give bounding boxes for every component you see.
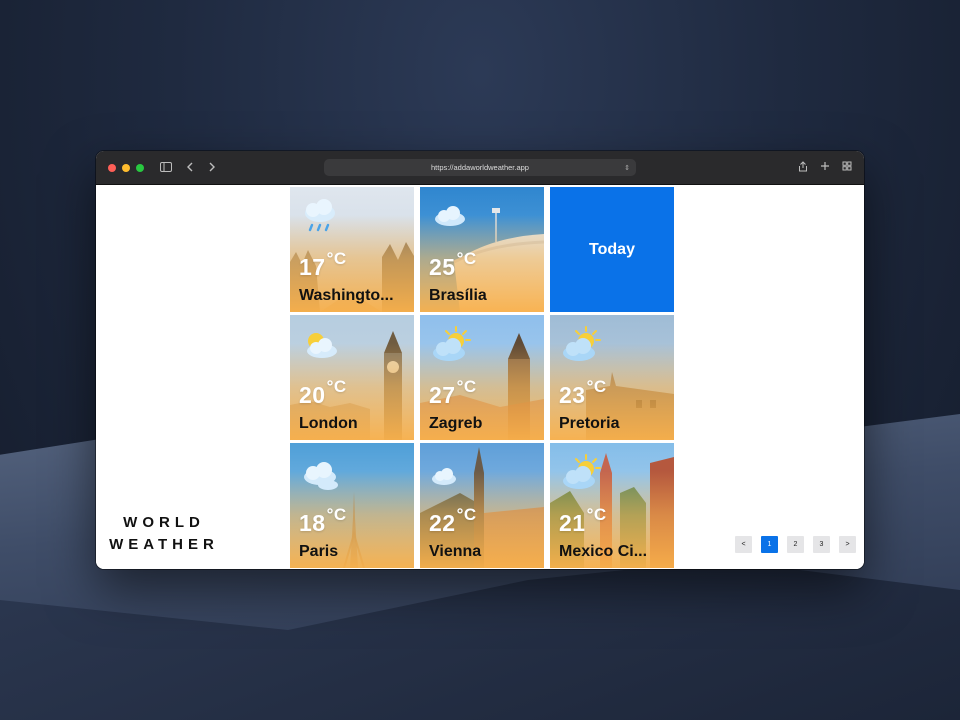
temperature: 27°C <box>429 377 477 408</box>
city-tile-zagreb[interactable]: 27°C Zagreb <box>420 315 544 440</box>
tab-overview-icon[interactable] <box>842 161 852 175</box>
city-tile-mexico-city[interactable]: 21°C Mexico Ci... <box>550 443 674 568</box>
city-name: Brasília <box>429 287 487 304</box>
zoom-window-button[interactable] <box>136 163 144 172</box>
city-tile-london[interactable]: 20°C London <box>290 315 414 440</box>
city-name: Mexico Ci... <box>559 543 648 560</box>
page-button-3[interactable]: 3 <box>813 536 830 553</box>
page-button-2[interactable]: 2 <box>787 536 804 553</box>
city-tile-paris[interactable]: 18°C Paris <box>290 443 414 568</box>
today-label: Today <box>589 240 635 258</box>
cloud-icon <box>432 468 456 485</box>
back-icon[interactable] <box>186 162 194 174</box>
city-tile-pretoria[interactable]: 23°C Pretoria <box>550 315 674 440</box>
cloud-icon <box>304 462 338 490</box>
city-tile-washington[interactable]: 17°C Washingto... <box>290 187 414 312</box>
next-page-button[interactable]: > <box>839 536 856 553</box>
new-tab-icon[interactable] <box>820 161 830 175</box>
rain-icon <box>305 199 335 232</box>
temperature: 22°C <box>429 505 477 536</box>
partly-sunny-icon <box>563 326 601 361</box>
city-name: Zagreb <box>429 415 483 432</box>
page-content: 17°C Washingto... 25°C Brasília Today 20… <box>96 185 864 569</box>
pagination: < 1 2 3 > <box>735 536 856 553</box>
city-name: London <box>299 415 358 432</box>
forward-icon[interactable] <box>208 162 216 174</box>
window-controls <box>108 163 144 172</box>
minimize-window-button[interactable] <box>122 163 130 172</box>
browser-window: https://addaworldweather.app ⇕ 17°C Wash… <box>96 151 864 569</box>
temperature: 23°C <box>559 377 607 408</box>
today-tile[interactable]: Today <box>550 187 674 312</box>
address-url: https://addaworldweather.app <box>431 163 529 172</box>
temperature: 25°C <box>429 249 477 280</box>
address-bar[interactable]: https://addaworldweather.app ⇕ <box>324 159 636 176</box>
sidebar-toggle-icon[interactable] <box>160 161 172 174</box>
partly-sunny-icon <box>563 454 601 489</box>
prev-page-button[interactable]: < <box>735 536 752 553</box>
city-tile-vienna[interactable]: 22°C Vienna <box>420 443 544 568</box>
city-tile-brasilia[interactable]: 25°C Brasília <box>420 187 544 312</box>
address-stepper-icon[interactable]: ⇕ <box>624 164 630 172</box>
city-name: Washingto... <box>299 287 394 304</box>
toolbar-right-actions <box>798 161 852 175</box>
share-icon[interactable] <box>798 161 808 175</box>
temperature: 18°C <box>299 505 347 536</box>
app-logo: WORLD WEATHER <box>104 512 224 556</box>
cloud-icon <box>435 206 465 226</box>
partly-cloudy-icon <box>307 333 337 358</box>
city-name: Vienna <box>429 543 482 560</box>
page-button-1[interactable]: 1 <box>761 536 778 553</box>
logo-line-1: WORLD <box>123 514 205 531</box>
temperature: 20°C <box>299 377 347 408</box>
browser-toolbar: https://addaworldweather.app ⇕ <box>96 151 864 185</box>
close-window-button[interactable] <box>108 163 116 172</box>
logo-line-2: WEATHER <box>109 536 219 553</box>
city-name: Paris <box>299 543 339 560</box>
temperature: 21°C <box>559 505 607 536</box>
city-name: Pretoria <box>559 415 620 432</box>
weather-grid: 17°C Washingto... 25°C Brasília Today 20… <box>290 187 674 568</box>
partly-sunny-icon <box>433 326 471 361</box>
temperature: 17°C <box>299 249 347 280</box>
